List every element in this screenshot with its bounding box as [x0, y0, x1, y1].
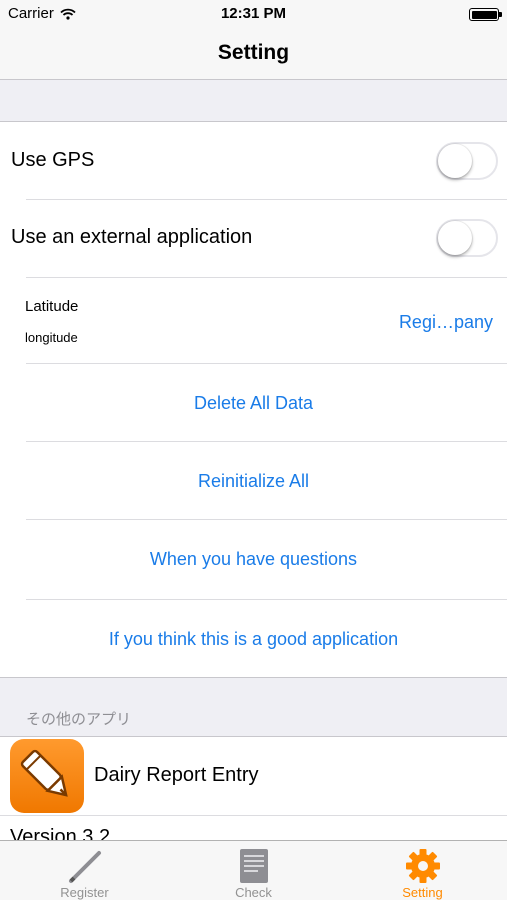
tab-register[interactable]: Register — [0, 841, 169, 900]
good-app-row[interactable]: If you think this is a good application — [0, 600, 507, 678]
questions-button[interactable]: When you have questions — [0, 549, 507, 570]
use-gps-row: Use GPS — [0, 122, 507, 199]
delete-all-button[interactable]: Delete All Data — [0, 393, 507, 414]
good-app-button[interactable]: If you think this is a good application — [0, 629, 507, 650]
external-app-label: Use an external application — [11, 226, 253, 248]
app-icon[interactable] — [10, 739, 84, 813]
tab-check-label: Check — [235, 885, 272, 900]
tab-bar: Register Check Setting — [0, 840, 507, 900]
document-icon — [234, 847, 274, 885]
reinitialize-button[interactable]: Reinitialize All — [0, 471, 507, 492]
latitude-label: Latitude — [25, 298, 79, 315]
pen-icon — [65, 847, 105, 885]
reinitialize-row[interactable]: Reinitialize All — [0, 442, 507, 519]
other-apps-header: その他のアプリ — [26, 711, 132, 728]
location-row: Latitude longitude Regi…pany — [0, 278, 507, 363]
gear-icon — [403, 847, 443, 885]
navigation-bar: Setting — [0, 28, 507, 80]
tab-register-label: Register — [60, 885, 109, 900]
tab-setting-label: Setting — [402, 885, 443, 900]
delete-all-row[interactable]: Delete All Data — [0, 364, 507, 441]
tab-setting[interactable]: Setting — [338, 841, 507, 900]
longitude-label: longitude — [25, 330, 78, 345]
pen-icon — [20, 749, 68, 797]
external-app-toggle[interactable] — [436, 219, 498, 257]
use-gps-toggle[interactable] — [436, 142, 498, 180]
battery-icon — [469, 8, 502, 21]
register-company-link[interactable]: Regi…pany — [399, 312, 493, 333]
external-app-row: Use an external application — [0, 200, 507, 277]
use-gps-label: Use GPS — [11, 149, 95, 171]
divider — [0, 815, 507, 816]
tab-check[interactable]: Check — [169, 841, 338, 900]
questions-row[interactable]: When you have questions — [0, 520, 507, 599]
status-time: 12:31 PM — [220, 5, 287, 22]
app-name[interactable]: Dairy Report Entry — [94, 764, 259, 787]
settings-group: Use GPS Use an external application Lati… — [0, 121, 507, 678]
status-bar: Carrier 12:31 PM — [0, 0, 507, 28]
page-title: Setting — [217, 41, 290, 64]
